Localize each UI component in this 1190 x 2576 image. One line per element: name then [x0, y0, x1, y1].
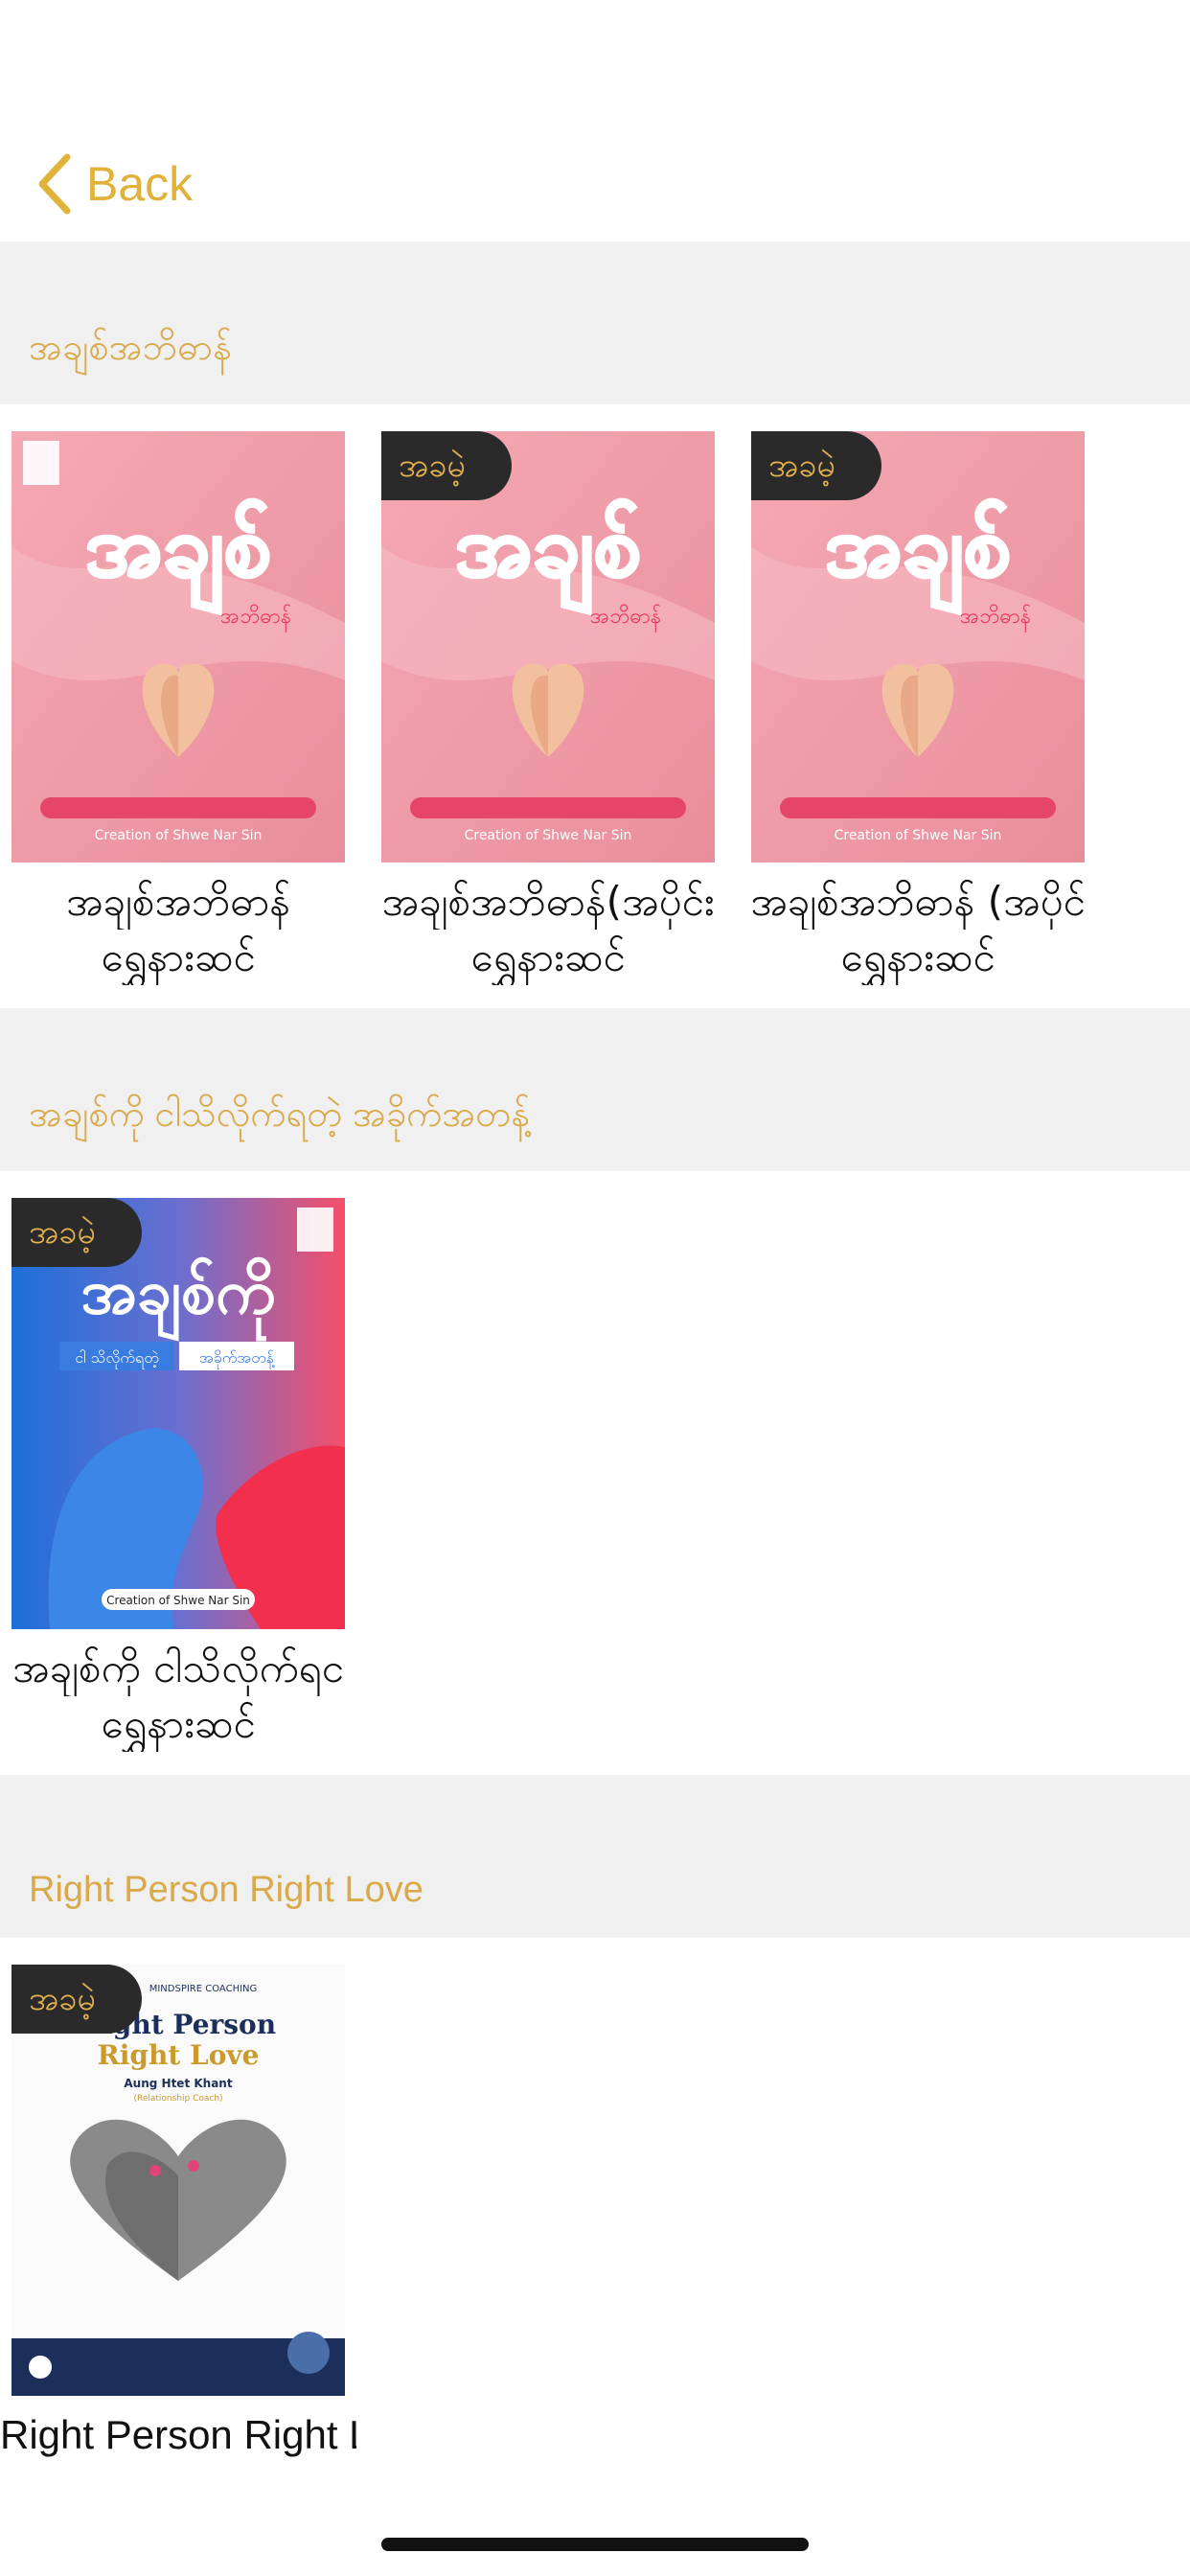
publisher-logo	[297, 1208, 333, 1252]
back-button[interactable]: Back	[36, 153, 193, 215]
section-title: အချစ်ကို ငါသိလိုက်ရတဲ့ အခိုက်အတန့်	[29, 1094, 530, 1135]
svg-text:Aung Htet Khant: Aung Htet Khant	[124, 2077, 232, 2090]
svg-text:အဘိဓာန်: အဘိဓာန်	[590, 604, 661, 632]
book-cover: MINDSPIRE COACHING Right Person Right Lo…	[11, 1965, 345, 2396]
svg-text:Right Love: Right Love	[98, 2039, 260, 2071]
section-title: Right Person Right Love	[29, 1870, 423, 1910]
section-header: အချစ်ကို ငါသိလိုက်ရတဲ့ အခိုက်အတန့်	[0, 1008, 1190, 1171]
book-title: အချစ်အဘိဓာန် (အပိုင်	[750, 878, 1086, 925]
book-cover: အချစ် အဘိဓာန် Creation of Shwe Nar Sin အ…	[381, 431, 715, 862]
svg-text:MINDSPIRE COACHING: MINDSPIRE COACHING	[149, 1984, 258, 1994]
book-author: ရွှေနားဆင်	[101, 933, 256, 980]
svg-text:အဘိဓာန်: အဘိဓာန်	[220, 604, 291, 632]
back-label: Back	[86, 157, 194, 211]
book-item[interactable]: MINDSPIRE COACHING Right Person Right Lo…	[0, 1965, 370, 2501]
svg-text:Creation of Shwe Nar Sin: Creation of Shwe Nar Sin	[465, 828, 632, 843]
home-indicator	[381, 2538, 809, 2551]
svg-text:ငါ သိလိုက်ရတဲ့: ငါ သိလိုက်ရတဲ့	[75, 1348, 159, 1369]
book-title: Right Person Right Lo	[0, 2412, 356, 2457]
svg-text:Creation of Shwe Nar Sin: Creation of Shwe Nar Sin	[835, 828, 1002, 843]
book-title: အချစ်ကို ငါသိလိုက်ရင	[12, 1644, 344, 1691]
free-badge: အခမဲ့	[751, 431, 881, 500]
book-row: အချစ် အဘိဓာန် Creation of Shwe Nar Sin အ…	[0, 404, 1190, 1008]
book-cover: အချစ် အဘိဓာန် Creation of Shwe Nar Sin	[11, 431, 345, 862]
book-row: အချစ်ကို ငါ သိလိုက်ရတဲ့ အခိုက်အတန့် Crea…	[0, 1171, 1190, 1775]
book-cover: အချစ် အဘိဓာန် Creation of Shwe Nar Sin အ…	[751, 431, 1085, 862]
section-header: Right Person Right Love	[0, 1775, 1190, 1938]
book-item[interactable]: အချစ် အဘိဓာန် Creation of Shwe Nar Sin အ…	[370, 431, 740, 980]
book-row: MINDSPIRE COACHING Right Person Right Lo…	[0, 1938, 1190, 2474]
free-badge: အခမဲ့	[11, 1198, 142, 1267]
svg-text:အခိုက်အတန့်: အခိုက်အတန့်	[199, 1348, 275, 1369]
status-bar	[0, 0, 1190, 125]
free-badge: အခမဲ့	[11, 1965, 142, 2034]
book-author: ရွှေနားဆင်	[470, 933, 626, 980]
svg-text:အဘိဓာန်: အဘိဓာန်	[960, 604, 1031, 632]
book-item[interactable]: အချစ်ကို ငါ သိလိုက်ရတဲ့ အခိုက်အတန့် Crea…	[0, 1198, 370, 1747]
navigation-bar: Back	[0, 125, 1190, 242]
free-badge: အခမဲ့	[381, 431, 512, 500]
book-cover: အချစ်ကို ငါ သိလိုက်ရတဲ့ အခိုက်အတန့် Crea…	[11, 1198, 345, 1629]
book-title: အချစ်အဘိဓာန်	[65, 878, 291, 925]
book-item[interactable]: အချစ် အဘိဓာန် Creation of Shwe Nar Sin အ…	[740, 431, 1110, 980]
publisher-logo	[23, 441, 59, 485]
section-title: အချစ်အဘိဓာန်	[29, 328, 232, 368]
book-author: ရွှေနားဆင်	[101, 1700, 256, 1747]
svg-text:Creation of Shwe Nar Sin: Creation of Shwe Nar Sin	[106, 1594, 250, 1607]
svg-text:(Relationship Coach): (Relationship Coach)	[133, 2094, 222, 2104]
chevron-left-icon	[38, 153, 71, 215]
section-header: အချစ်အဘိဓာန်	[0, 242, 1190, 404]
svg-text:Creation of Shwe Nar Sin: Creation of Shwe Nar Sin	[95, 828, 263, 843]
book-item[interactable]: အချစ် အဘိဓာန် Creation of Shwe Nar Sin အ…	[0, 431, 370, 980]
book-author: ရွှေနားဆင်	[840, 933, 995, 980]
book-title: အချစ်အဘိဓာန်(အပိုင်း	[381, 878, 715, 925]
